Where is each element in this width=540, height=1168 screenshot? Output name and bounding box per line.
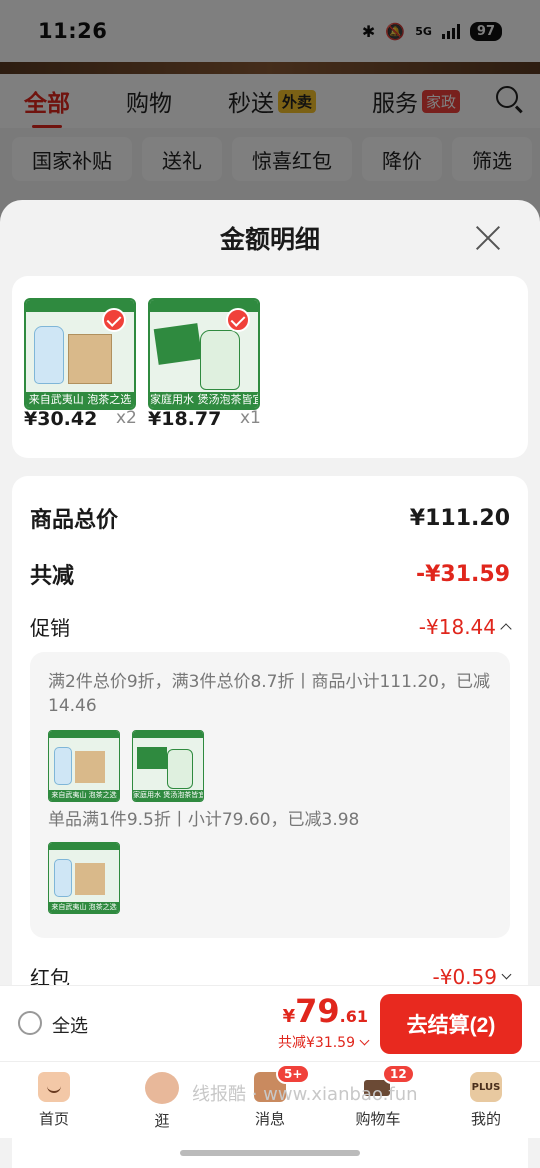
product-qty: x1	[240, 408, 261, 428]
tab-label: 购物车	[355, 1110, 401, 1128]
product-card: 来自武夷山 泡茶之选 ¥30.42 x2 家庭用水 煲汤泡茶皆宜 ¥18.77 …	[12, 276, 528, 458]
discount-value: -¥31.59	[415, 561, 510, 587]
total-price-label: 商品总价	[30, 508, 119, 533]
promo-value-wrap: -¥18.44	[418, 614, 512, 639]
currency-symbol: ¥	[282, 1006, 296, 1027]
promo-detail-box: 满2件总价9折，满3件总价8.7折丨商品小计111.20，已减14.46 来自武…	[30, 652, 510, 938]
home-indicator[interactable]	[180, 1150, 360, 1156]
select-all-radio[interactable]	[18, 1011, 42, 1035]
tab-label: 消息	[254, 1110, 285, 1128]
tab-label: 逛	[154, 1112, 170, 1130]
discount-label: 共减	[30, 564, 75, 589]
checkout-bar: 全选 ¥ 79 .61 共减¥31.59 去结算(2)	[0, 985, 540, 1061]
product-thumbnail: 家庭用水 煲汤泡茶皆宜	[132, 730, 204, 802]
thumbnail-caption: 家庭用水 煲汤泡茶皆宜	[133, 790, 203, 801]
product-image: 家庭用水 煲汤泡茶皆宜	[148, 298, 260, 410]
promo-rule: 单品满1件9.5折丨小计79.60，已减3.98	[48, 810, 360, 830]
watermark-text: 线报酷 · www.xianbao.fun	[192, 1084, 418, 1105]
promo-rule: 满2件总价9折，满3件总价8.7折丨商品小计111.20，已减14.46	[48, 672, 490, 716]
checkout-button[interactable]: 去结算(2)	[380, 994, 522, 1054]
product-price: ¥18.77	[148, 408, 222, 430]
browse-icon	[145, 1072, 179, 1104]
select-all-label[interactable]: 全选	[52, 1012, 88, 1038]
total-integer: 79	[295, 992, 340, 1030]
product-caption: 家庭用水 煲汤泡茶皆宜	[150, 392, 258, 408]
check-icon	[226, 308, 250, 332]
tab-mine[interactable]: PLUS 我的	[432, 1062, 540, 1138]
promo-value: -¥18.44	[418, 614, 496, 639]
thumbnail-caption: 来自武夷山 泡茶之选	[49, 902, 119, 913]
thumbnail-caption: 来自武夷山 泡茶之选	[49, 790, 119, 801]
promo-label: 促销	[30, 616, 70, 640]
product-thumbnail: 来自武夷山 泡茶之选	[48, 842, 120, 914]
home-icon	[38, 1072, 70, 1102]
discount-row: 共减 -¥31.59	[30, 558, 510, 590]
reduced-text: 共减¥31.59	[278, 1035, 355, 1051]
check-icon	[102, 308, 126, 332]
total-decimal: .61	[339, 1007, 368, 1026]
chevron-up-icon	[500, 622, 512, 635]
product-thumbnail: 来自武夷山 泡茶之选	[48, 730, 120, 802]
tab-home[interactable]: 首页	[0, 1062, 108, 1138]
reduced-amount[interactable]: 共减¥31.59	[278, 1032, 370, 1052]
promo-row[interactable]: 促销 -¥18.44	[30, 612, 512, 641]
total-price-value: ¥111.20	[409, 505, 510, 531]
tab-label: 首页	[38, 1110, 69, 1128]
product-item[interactable]: 来自武夷山 泡茶之选 ¥30.42 x2	[24, 298, 138, 430]
sheet-title: 金额明细	[219, 225, 320, 254]
chevron-down-icon	[501, 969, 512, 980]
total-price-row: 商品总价 ¥111.20	[30, 502, 510, 534]
sheet-header: 金额明细	[0, 200, 540, 276]
product-item[interactable]: 家庭用水 煲汤泡茶皆宜 ¥18.77 x1	[148, 298, 262, 430]
tab-label: 我的	[470, 1110, 501, 1128]
chevron-down-icon	[359, 1035, 370, 1045]
product-price: ¥30.42	[24, 408, 98, 430]
plus-icon: PLUS	[470, 1072, 502, 1102]
close-icon[interactable]	[474, 224, 502, 252]
total-amount: ¥ 79 .61	[283, 992, 368, 1030]
product-caption: 来自武夷山 泡茶之选	[26, 392, 134, 408]
product-qty: x2	[116, 408, 137, 428]
product-image: 来自武夷山 泡茶之选	[24, 298, 136, 410]
